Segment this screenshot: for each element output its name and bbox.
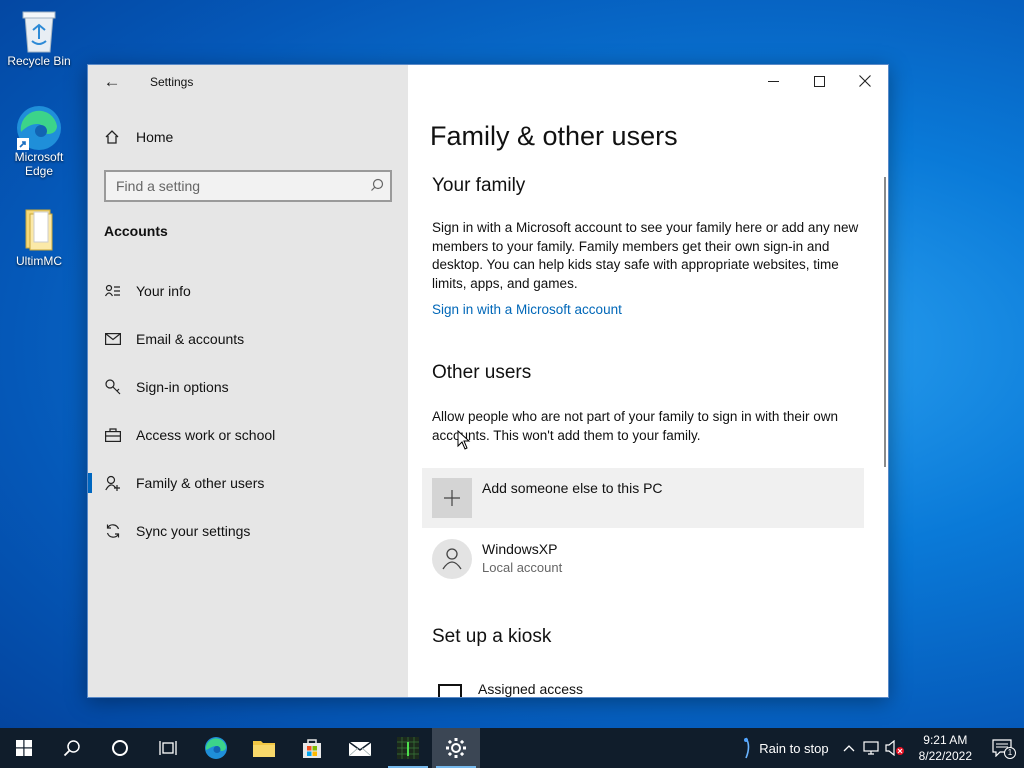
- scrollbar[interactable]: [884, 177, 886, 467]
- cortana-icon: [112, 740, 128, 756]
- page-title: Family & other users: [430, 121, 678, 151]
- nav-item-sign-in-options[interactable]: Sign-in options: [88, 363, 408, 411]
- grid-app-icon: [397, 737, 419, 759]
- assigned-access-label[interactable]: Assigned access: [478, 681, 583, 697]
- taskbar-terminal-app[interactable]: [384, 728, 432, 768]
- settings-sidebar: ← Settings Home Accounts Your info: [88, 65, 408, 697]
- nav-home[interactable]: Home: [104, 129, 173, 145]
- maximize-icon: [813, 75, 825, 87]
- nav-item-email-accounts[interactable]: Email & accounts: [88, 315, 408, 363]
- minimize-icon: [767, 80, 779, 82]
- mail-icon: [104, 330, 122, 348]
- taskbar-edge[interactable]: [192, 728, 240, 768]
- person-card-icon: [104, 282, 122, 300]
- close-button[interactable]: [842, 65, 888, 97]
- close-icon: [859, 75, 871, 87]
- nav-item-label: Sign-in options: [136, 379, 229, 395]
- search-icon: [63, 740, 80, 757]
- settings-content: Family & other users Your family Sign in…: [408, 65, 888, 697]
- gear-icon: [446, 738, 466, 758]
- windows-logo-icon: [16, 740, 32, 756]
- folder-icon: [253, 741, 275, 757]
- sign-in-microsoft-link[interactable]: Sign in with a Microsoft account: [432, 302, 622, 317]
- task-view-button[interactable]: [144, 728, 192, 768]
- cortana-button[interactable]: [96, 728, 144, 768]
- add-someone-label: Add someone else to this PC: [482, 480, 663, 496]
- task-view-icon: [159, 741, 177, 755]
- nav-item-label: Sync your settings: [136, 523, 251, 539]
- your-family-description: Sign in with a Microsoft account to see …: [432, 220, 859, 291]
- nav-section-title: Accounts: [104, 223, 168, 239]
- nav-item-sync-settings[interactable]: Sync your settings: [88, 507, 408, 555]
- mouse-cursor-icon: [457, 429, 471, 455]
- nav-item-label: Family & other users: [136, 475, 265, 491]
- clock[interactable]: 9:21 AM 8/22/2022: [919, 732, 972, 764]
- mail-icon: [348, 741, 372, 757]
- system-tray: Rain to stop 9:21 AM 8/22/2022 1: [741, 728, 1024, 768]
- user-account-type: Local account: [482, 560, 563, 575]
- folder-icon: [19, 208, 59, 252]
- plus-icon: [432, 478, 472, 518]
- weather-rain-icon[interactable]: [741, 736, 751, 760]
- minimize-button[interactable]: [750, 65, 796, 97]
- user-name: WindowsXP: [482, 541, 558, 557]
- search-input[interactable]: [106, 172, 346, 200]
- taskbar-file-explorer[interactable]: [240, 728, 288, 768]
- desktop-icon-label: UltimMC: [16, 254, 62, 268]
- edge-icon: [17, 104, 61, 150]
- your-family-heading: Your family: [432, 175, 526, 196]
- desktop-icon-ultimmc[interactable]: UltimMC: [4, 208, 74, 268]
- home-icon: [104, 129, 122, 145]
- nav-item-access-work[interactable]: Access work or school: [88, 411, 408, 459]
- sync-icon: [104, 522, 122, 540]
- assigned-access-icon: [438, 684, 462, 697]
- search-box[interactable]: [104, 170, 392, 202]
- notification-icon[interactable]: 1: [992, 739, 1016, 759]
- taskbar-mail[interactable]: [336, 728, 384, 768]
- other-users-description: Allow people who are not part of your fa…: [432, 409, 838, 443]
- nav-item-label: Your info: [136, 283, 191, 299]
- user-avatar-icon: [432, 539, 472, 579]
- window-controls: [750, 65, 888, 99]
- recycle-bin-icon: [19, 8, 59, 53]
- person-add-icon: [104, 474, 122, 492]
- back-arrow-icon[interactable]: ←: [102, 73, 122, 91]
- network-icon[interactable]: [863, 741, 879, 755]
- store-bag-icon: [303, 739, 321, 758]
- desktop-icon-edge[interactable]: Microsoft Edge: [4, 104, 74, 178]
- nav-item-your-info[interactable]: Your info: [88, 267, 408, 315]
- clock-date: 8/22/2022: [918, 749, 972, 763]
- notification-count-badge: 1: [1004, 747, 1016, 759]
- briefcase-icon: [104, 426, 122, 444]
- desktop-icon-recycle-bin[interactable]: Recycle Bin: [4, 8, 74, 68]
- edge-icon: [205, 737, 227, 759]
- taskbar: Rain to stop 9:21 AM 8/22/2022 1: [0, 728, 1024, 768]
- search-icon: [370, 178, 384, 197]
- nav-home-label: Home: [136, 129, 174, 145]
- add-someone-button[interactable]: Add someone else to this PC: [422, 468, 864, 528]
- app-title: Settings: [150, 75, 194, 89]
- kiosk-heading: Set up a kiosk: [432, 626, 552, 647]
- start-button[interactable]: [0, 728, 48, 768]
- nav-list: Your info Email & accounts Sign-in optio…: [88, 267, 408, 555]
- weather-text[interactable]: Rain to stop: [759, 741, 828, 756]
- volume-muted-icon[interactable]: [885, 740, 905, 756]
- other-users-heading: Other users: [432, 362, 532, 383]
- taskbar-store[interactable]: [288, 728, 336, 768]
- taskbar-settings[interactable]: [432, 728, 480, 768]
- search-taskbar-button[interactable]: [48, 728, 96, 768]
- nav-item-family-other-users[interactable]: Family & other users: [88, 459, 408, 507]
- clock-time: 9:21 AM: [923, 733, 968, 747]
- desktop-icon-label: Recycle Bin: [7, 54, 71, 68]
- chevron-up-icon[interactable]: [843, 744, 855, 752]
- maximize-button[interactable]: [796, 65, 842, 97]
- nav-item-label: Email & accounts: [136, 331, 245, 347]
- desktop-icon-label: Microsoft Edge: [14, 150, 64, 178]
- nav-item-label: Access work or school: [136, 427, 276, 443]
- settings-window: ← Settings Home Accounts Your info: [87, 64, 889, 698]
- title-bar[interactable]: ← Settings: [88, 65, 408, 99]
- key-icon: [104, 378, 122, 396]
